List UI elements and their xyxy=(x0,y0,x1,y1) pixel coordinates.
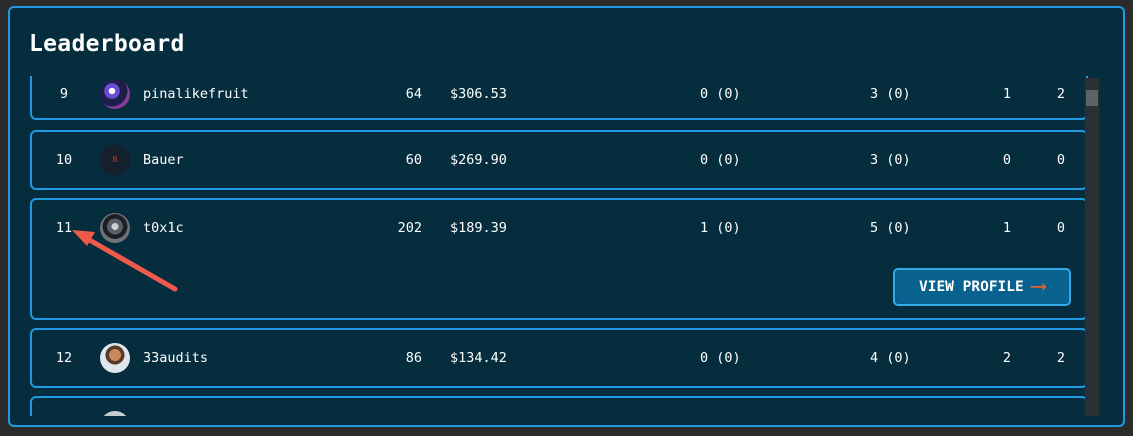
stat-d-cell: 2 xyxy=(1056,86,1066,102)
username-cell[interactable]: Bauer xyxy=(143,152,184,168)
stat-d-cell: 0 xyxy=(1056,152,1066,168)
table-row-9[interactable]: 9 pinalikefruit 64 $306.53 0 (0) 3 (0) 1… xyxy=(30,76,1088,120)
amount-cell: $269.90 xyxy=(450,152,507,168)
bauer-avatar: B xyxy=(100,145,130,175)
t0x1c-avatar xyxy=(100,213,130,243)
stat-a-cell: 0 (0) xyxy=(700,86,741,102)
stat-c-cell: 0 xyxy=(1002,152,1012,168)
amount-cell: $306.53 xyxy=(450,86,507,102)
username-cell[interactable]: 33audits xyxy=(143,350,208,366)
leaderboard-panel: Leaderboard 9 pinalikefruit 64 $306.53 0… xyxy=(8,6,1125,427)
stat-d-cell: 2 xyxy=(1056,350,1066,366)
arrow-right-icon: ⟶ xyxy=(1031,274,1045,299)
table-row-12[interactable]: 12 33audits 86 $134.42 0 (0) 4 (0) 2 2 xyxy=(30,328,1088,388)
stat-a-cell: 1 (0) xyxy=(700,220,741,236)
view-profile-label: VIEW PROFILE xyxy=(918,279,1024,295)
stat-b-cell: 3 (0) xyxy=(870,152,911,168)
rank-cell: 12 xyxy=(55,350,73,366)
view-profile-button[interactable]: VIEW PROFILE ⟶ xyxy=(893,268,1071,306)
scrollbar-thumb[interactable] xyxy=(1086,90,1098,106)
stat-c-cell: 1 xyxy=(1002,86,1012,102)
table-row-10[interactable]: 10 B Bauer 60 $269.90 0 (0) 3 (0) 0 0 xyxy=(30,130,1088,190)
amount-cell: $134.42 xyxy=(450,350,507,366)
leaderboard-list[interactable]: 9 pinalikefruit 64 $306.53 0 (0) 3 (0) 1… xyxy=(10,76,1123,416)
page-title: Leaderboard xyxy=(29,31,185,57)
rank-cell: 11 xyxy=(55,220,73,236)
username-cell[interactable]: pinalikefruit xyxy=(143,86,249,102)
score-cell: 60 xyxy=(405,152,422,168)
score-cell: 64 xyxy=(405,86,422,102)
next-user-avatar xyxy=(100,411,130,416)
username-cell[interactable]: t0x1c xyxy=(143,220,184,236)
stat-b-cell: 3 (0) xyxy=(870,86,911,102)
rank-cell: 10 xyxy=(55,152,73,168)
stat-d-cell: 0 xyxy=(1056,220,1066,236)
list-scrollbar[interactable] xyxy=(1085,78,1099,416)
table-row-next[interactable] xyxy=(30,396,1088,416)
pinalikefruit-avatar xyxy=(100,79,130,109)
stat-b-cell: 4 (0) xyxy=(870,350,911,366)
stat-b-cell: 5 (0) xyxy=(870,220,911,236)
rank-cell: 9 xyxy=(59,86,69,102)
amount-cell: $189.39 xyxy=(450,220,507,236)
stat-a-cell: 0 (0) xyxy=(700,152,741,168)
33audits-avatar xyxy=(100,343,130,373)
table-row-11-expanded[interactable]: 11 t0x1c 202 $189.39 1 (0) 5 (0) 1 0 VIE… xyxy=(30,198,1088,320)
stat-c-cell: 1 xyxy=(1002,220,1012,236)
score-cell: 86 xyxy=(405,350,422,366)
stat-c-cell: 2 xyxy=(1002,350,1012,366)
score-cell: 202 xyxy=(397,220,422,236)
stat-a-cell: 0 (0) xyxy=(700,350,741,366)
